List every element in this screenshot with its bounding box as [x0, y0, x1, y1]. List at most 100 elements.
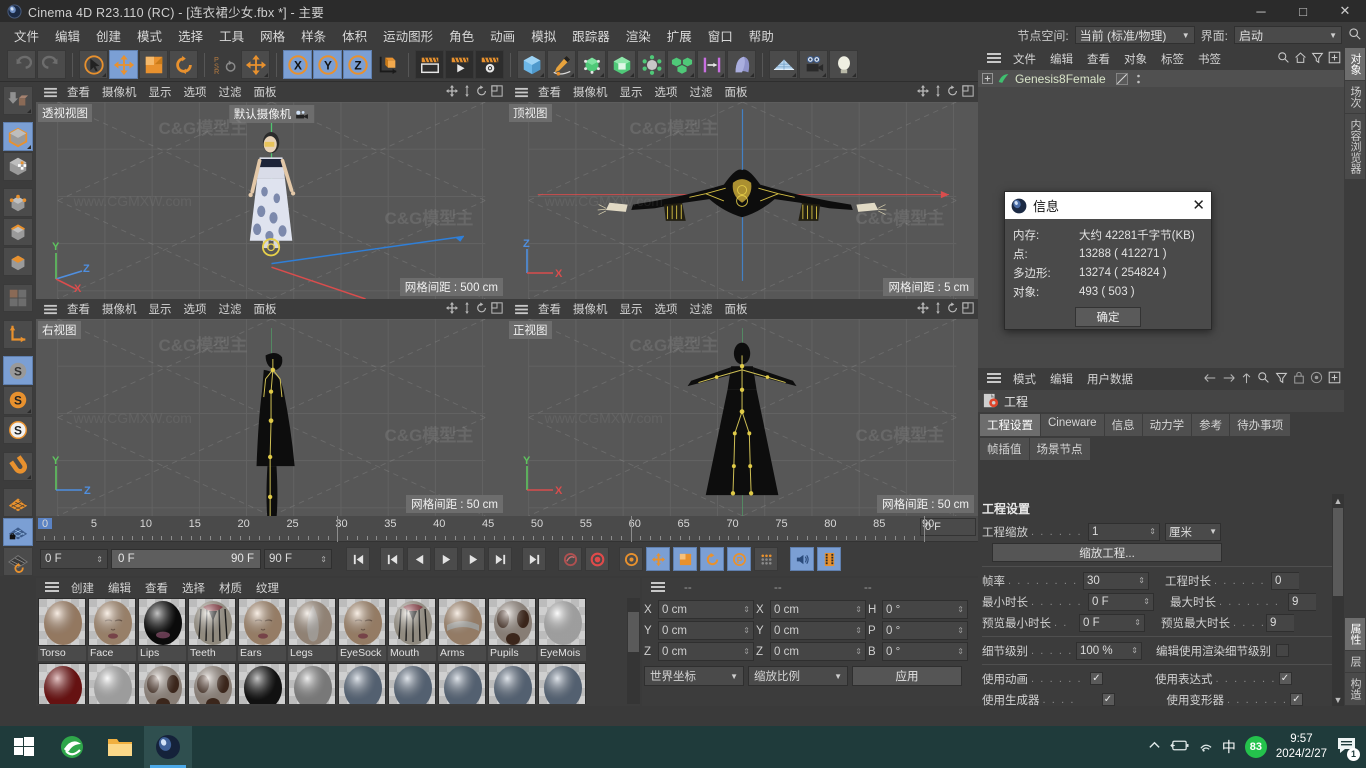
use-generator-checkbox[interactable]: ✓ — [1101, 693, 1115, 706]
viewport-menu-perspective-3[interactable]: 选项 — [178, 82, 213, 102]
material-preview[interactable] — [238, 598, 286, 646]
deformer-button[interactable] — [637, 50, 666, 79]
ok-button[interactable]: 确定 — [1075, 307, 1141, 327]
viewport-rotate-icon[interactable] — [947, 84, 959, 100]
psr-toggle[interactable]: PSR — [211, 50, 240, 79]
viewport-menu-top-5[interactable]: 面板 — [719, 82, 754, 102]
key-scale-button[interactable] — [673, 547, 697, 571]
material-item[interactable]: Pupils — [488, 598, 536, 661]
filmstrip-button[interactable] — [817, 547, 841, 571]
key-parameter-button[interactable] — [754, 547, 778, 571]
soft-selection-on-button[interactable]: S — [3, 386, 33, 415]
attribute-tab-3[interactable]: 动力学 — [1142, 414, 1192, 436]
redo-button[interactable] — [37, 50, 66, 79]
material-preview[interactable] — [488, 598, 536, 646]
material-preview[interactable] — [488, 663, 536, 704]
viewport-menu-perspective-4[interactable]: 过滤 — [213, 82, 248, 102]
viewport-menu-top-4[interactable]: 过滤 — [684, 82, 719, 102]
sound-button[interactable] — [790, 547, 814, 571]
material-menu-1[interactable]: 编辑 — [101, 578, 138, 598]
menu-item-16[interactable]: 窗口 — [700, 23, 741, 48]
add-layer-icon[interactable] — [1328, 51, 1341, 67]
use-animation-checkbox[interactable]: ✓ — [1090, 672, 1103, 685]
hamburger-icon[interactable] — [511, 87, 532, 98]
viewport-rotate-icon[interactable] — [476, 301, 488, 317]
material-preview[interactable] — [538, 663, 586, 704]
material-item[interactable] — [238, 663, 286, 704]
coord-position-input[interactable]: 0 cm ⇕ — [658, 600, 754, 619]
viewport-menu-top-3[interactable]: 选项 — [649, 82, 684, 102]
material-item[interactable] — [138, 663, 186, 704]
right-tab-属性[interactable]: 属性 — [1345, 618, 1365, 650]
viewport-zoom-icon[interactable] — [932, 84, 944, 100]
attribute-tab-1[interactable]: 场景节点 — [1029, 438, 1090, 460]
material-menu-0[interactable]: 创建 — [64, 578, 101, 598]
menu-item-12[interactable]: 模拟 — [523, 23, 564, 48]
taskbar-browser-icon[interactable] — [48, 726, 96, 768]
material-preview[interactable] — [288, 663, 336, 704]
material-item[interactable]: Teeth — [188, 598, 236, 661]
nodespace-select[interactable]: 当前 (标准/物理) ▼ — [1074, 26, 1195, 44]
viewport-menu-right-1[interactable]: 摄像机 — [96, 299, 143, 319]
coordinate-system-button[interactable] — [373, 50, 402, 79]
material-list[interactable]: Torso Face Lips Teeth Ears Legs EyeSock … — [38, 598, 626, 704]
use-deformer-checkbox[interactable]: ✓ — [1290, 693, 1303, 706]
viewport-menu-top-2[interactable]: 显示 — [614, 82, 649, 102]
menu-item-8[interactable]: 体积 — [334, 23, 375, 48]
material-item[interactable]: EyeSock — [338, 598, 386, 661]
material-item[interactable] — [288, 663, 336, 704]
menu-item-1[interactable]: 编辑 — [47, 23, 88, 48]
texture-mode-button[interactable] — [3, 151, 33, 181]
viewport-menu-perspective-1[interactable]: 摄像机 — [96, 82, 143, 102]
viewport-zoom-icon[interactable] — [932, 301, 944, 317]
light-button[interactable] — [829, 50, 858, 79]
coord-system-select[interactable]: 世界坐标 ▼ — [644, 666, 744, 686]
start-button[interactable] — [0, 726, 48, 768]
material-preview[interactable] — [38, 663, 86, 704]
right-tab-层[interactable]: 层 — [1345, 651, 1365, 672]
material-item[interactable] — [488, 663, 536, 704]
material-preview[interactable] — [338, 663, 386, 704]
material-item[interactable]: Ears — [238, 598, 286, 661]
material-preview[interactable] — [188, 598, 236, 646]
material-item[interactable] — [538, 663, 586, 704]
goto-start-button[interactable] — [346, 547, 370, 571]
viewport-menu-perspective-2[interactable]: 显示 — [143, 82, 178, 102]
material-scrollbar[interactable] — [627, 598, 640, 704]
viewport-maximize-icon[interactable] — [491, 84, 503, 100]
viewport-menu-top-1[interactable]: 摄像机 — [567, 82, 614, 102]
viewport-rotate-icon[interactable] — [476, 84, 488, 100]
search-icon[interactable] — [1348, 27, 1362, 44]
expand-icon[interactable] — [982, 73, 993, 84]
key-rotation-button[interactable] — [700, 547, 724, 571]
menu-item-6[interactable]: 网格 — [252, 23, 293, 48]
lod-input[interactable]: 100 % ⇕ — [1076, 641, 1142, 660]
mograph-button[interactable] — [667, 50, 696, 79]
attribute-menu-0[interactable]: 模式 — [1006, 369, 1043, 389]
show-hidden-icons-icon[interactable] — [1148, 739, 1161, 755]
field-button[interactable] — [697, 50, 726, 79]
coord-position-input[interactable]: 0 cm ⇕ — [658, 642, 754, 661]
material-preview[interactable] — [138, 663, 186, 704]
viewport-front[interactable]: 查看 摄像机 显示 选项 过滤 面板 Y X 正视图 网格间距: 50 cm … — [507, 299, 978, 516]
viewport-menu-front-2[interactable]: 显示 — [614, 299, 649, 319]
spline-pen-button[interactable] — [547, 50, 576, 79]
minimize-button[interactable]: ─ — [1240, 0, 1282, 22]
undo-button[interactable] — [7, 50, 36, 79]
next-frame-button[interactable] — [461, 547, 485, 571]
attribute-scrollbar[interactable]: ▲ ▼ — [1332, 494, 1344, 706]
taskbar-cinema4d-icon[interactable] — [144, 726, 192, 768]
material-preview[interactable] — [538, 598, 586, 646]
workplane-button[interactable] — [3, 488, 33, 517]
hamburger-icon[interactable] — [40, 581, 64, 596]
viewport-move-icon[interactable] — [446, 301, 458, 317]
menu-item-10[interactable]: 角色 — [441, 23, 482, 48]
material-preview[interactable] — [238, 663, 286, 704]
material-item[interactable]: Legs — [288, 598, 336, 661]
viewport-maximize-icon[interactable] — [491, 301, 503, 317]
primitive-cube-button[interactable] — [517, 50, 546, 79]
hamburger-icon[interactable] — [982, 372, 1006, 387]
min-time-input[interactable]: 0 F ⇕ — [1088, 592, 1154, 611]
material-preview[interactable] — [88, 663, 136, 704]
use-expression-checkbox[interactable]: ✓ — [1278, 672, 1292, 685]
